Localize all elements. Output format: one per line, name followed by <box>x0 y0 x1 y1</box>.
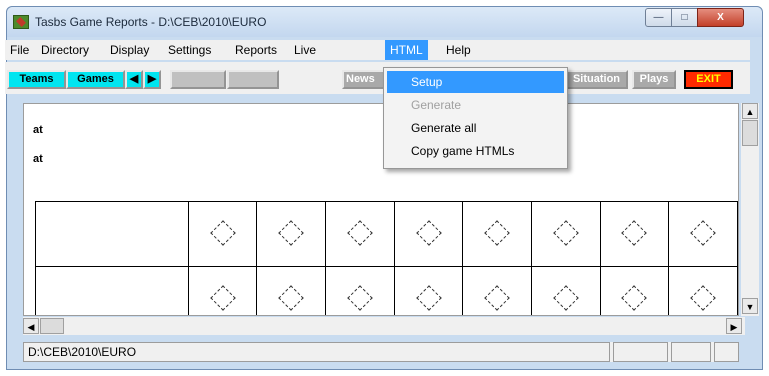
toolbar: Teams Games ◀ ▶ News Situation Plays EXI… <box>5 62 750 94</box>
window-title: Tasbs Game Reports - D:\CEB\2010\EURO <box>35 15 267 29</box>
maximize-button[interactable]: □ <box>671 8 698 27</box>
inning-cell <box>256 201 327 267</box>
base-diamond-icon <box>621 219 648 246</box>
situation-button[interactable]: Situation <box>565 70 628 89</box>
menu-file[interactable]: File <box>5 40 34 60</box>
base-diamond-icon <box>278 219 304 246</box>
scroll-right-icon[interactable]: ▶ <box>726 318 742 334</box>
inning-cell <box>599 266 670 315</box>
inning-cell <box>325 201 395 267</box>
title-bar: Tasbs Game Reports - D:\CEB\2010\EURO — … <box>7 7 762 37</box>
inning-cell <box>393 201 464 267</box>
menu-bar: File Directory Display Settings Reports … <box>5 40 750 60</box>
close-button[interactable]: X <box>697 8 744 27</box>
status-cell <box>613 342 668 362</box>
app-icon <box>13 15 29 29</box>
team-cell <box>35 266 189 315</box>
menu-display[interactable]: Display <box>105 40 154 60</box>
vertical-scrollbar[interactable]: ▲ ▼ <box>741 103 759 316</box>
scroll-up-icon[interactable]: ▲ <box>742 103 758 119</box>
report-content: at at <box>23 103 739 316</box>
inning-cell <box>462 266 532 315</box>
inning-cell <box>325 266 395 315</box>
menu-item-generate-all[interactable]: Generate all <box>387 117 564 139</box>
menu-settings[interactable]: Settings <box>163 40 216 60</box>
base-diamond-icon <box>347 284 373 311</box>
inning-cell <box>393 266 464 315</box>
base-diamond-icon <box>553 284 579 311</box>
blank-button-2[interactable] <box>227 70 279 89</box>
inning-cell <box>668 201 738 267</box>
inning-cell <box>531 201 601 267</box>
inning-cell <box>462 201 532 267</box>
matchup-line-2: at <box>33 153 43 165</box>
grid-row <box>35 266 738 315</box>
base-diamond-icon <box>553 219 579 246</box>
status-cell <box>714 342 739 362</box>
inning-cell <box>256 266 327 315</box>
inning-cell <box>599 201 670 267</box>
base-diamond-icon <box>621 284 648 311</box>
inning-cell <box>668 266 738 315</box>
plays-button[interactable]: Plays <box>632 70 676 89</box>
base-diamond-icon <box>415 284 442 311</box>
base-diamond-icon <box>690 284 716 311</box>
base-diamond-icon <box>484 284 510 311</box>
status-path: D:\CEB\2010\EURO <box>23 342 610 362</box>
team-cell <box>35 201 189 267</box>
matchup-line-1: at <box>33 124 43 136</box>
horizontal-scroll-thumb[interactable] <box>40 318 64 334</box>
menu-html[interactable]: HTML <box>385 40 428 60</box>
status-bar: D:\CEB\2010\EURO <box>23 342 739 362</box>
base-diamond-icon <box>278 284 304 311</box>
blank-button-1[interactable] <box>170 70 226 89</box>
grid-row <box>35 201 738 267</box>
news-button[interactable]: News <box>342 70 386 89</box>
menu-directory[interactable]: Directory <box>36 40 94 60</box>
scoresheet-grid <box>35 201 738 315</box>
base-diamond-icon <box>209 219 236 246</box>
teams-button[interactable]: Teams <box>7 70 66 89</box>
previous-arrow-icon[interactable]: ◀ <box>125 70 143 89</box>
base-diamond-icon <box>209 284 236 311</box>
scroll-down-icon[interactable]: ▼ <box>742 298 758 314</box>
base-diamond-icon <box>690 219 716 246</box>
scroll-left-icon[interactable]: ◀ <box>23 318 39 334</box>
base-diamond-icon <box>484 219 510 246</box>
menu-item-setup[interactable]: Setup <box>387 71 564 93</box>
html-dropdown-menu: Setup Generate Generate all Copy game HT… <box>383 67 568 169</box>
exit-button[interactable]: EXIT <box>684 70 733 89</box>
inning-cell <box>531 266 601 315</box>
next-arrow-icon[interactable]: ▶ <box>143 70 161 89</box>
menu-help[interactable]: Help <box>441 40 476 60</box>
vertical-scroll-thumb[interactable] <box>742 120 758 146</box>
base-diamond-icon <box>347 219 373 246</box>
horizontal-scrollbar[interactable]: ◀ ▶ <box>23 317 745 335</box>
menu-live[interactable]: Live <box>289 40 321 60</box>
base-diamond-icon <box>415 219 442 246</box>
games-button[interactable]: Games <box>66 70 125 89</box>
status-cell <box>671 342 711 362</box>
menu-reports[interactable]: Reports <box>230 40 282 60</box>
minimize-button[interactable]: — <box>645 8 672 27</box>
menu-item-generate[interactable]: Generate <box>387 94 564 116</box>
inning-cell <box>187 266 258 315</box>
menu-item-copy-game-htmls[interactable]: Copy game HTMLs <box>387 140 564 162</box>
inning-cell <box>187 201 258 267</box>
